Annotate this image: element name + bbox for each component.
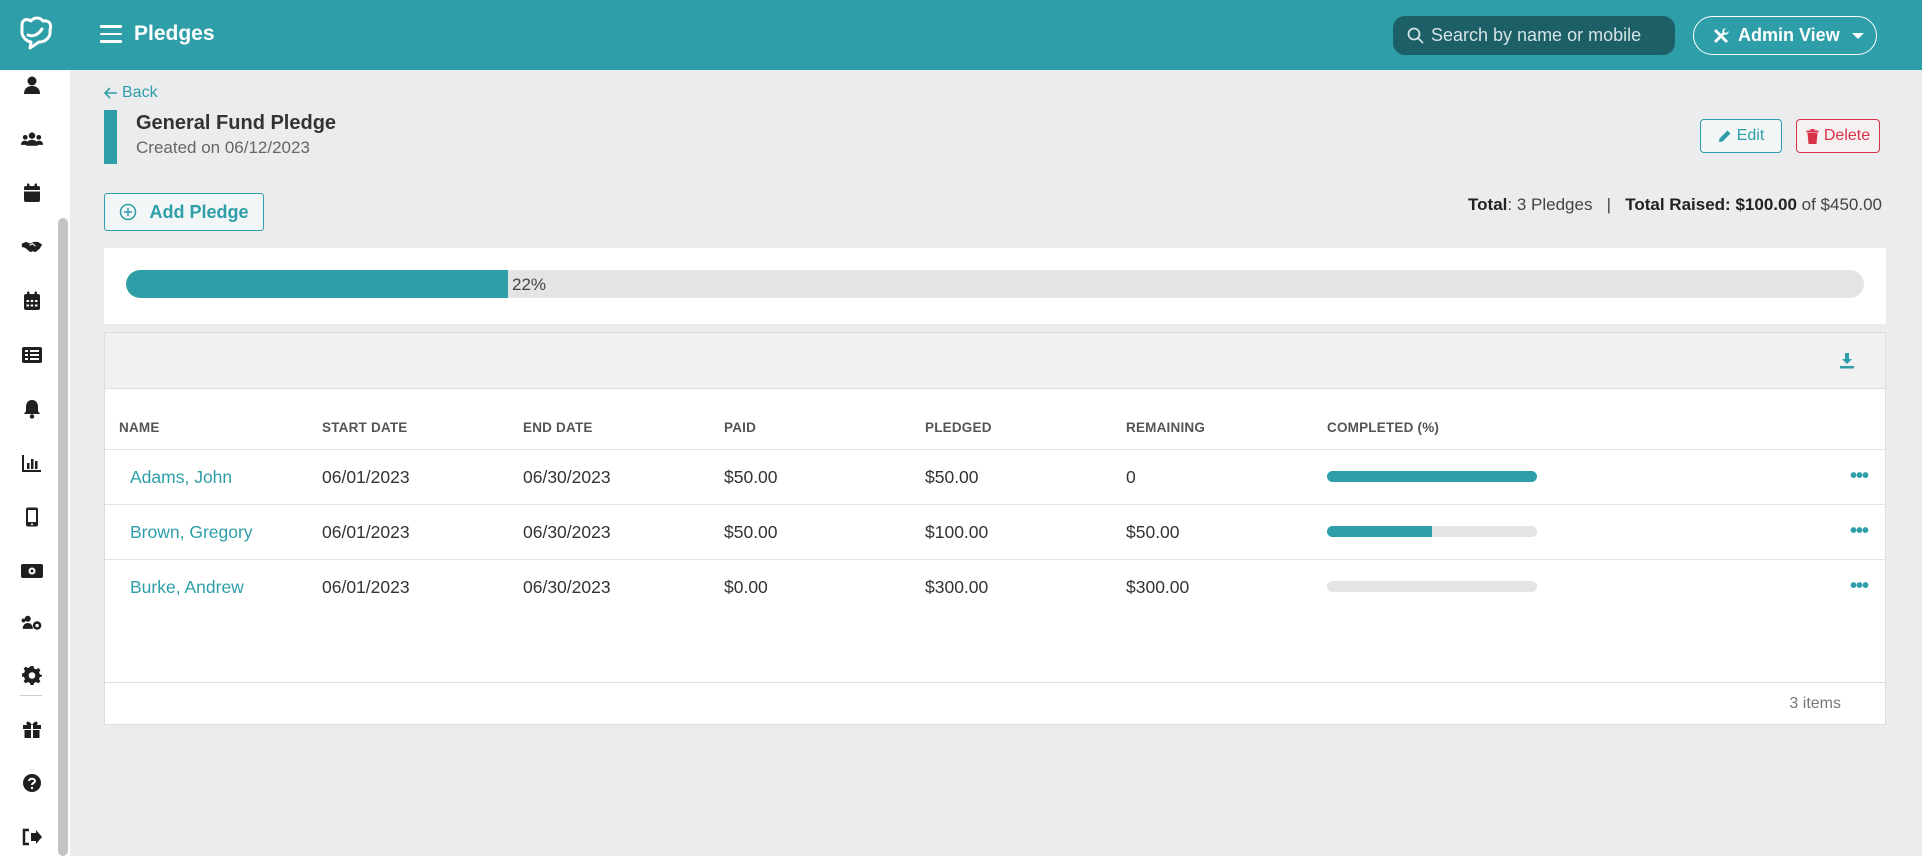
mobile-icon[interactable] — [21, 506, 43, 528]
completed-progress-bar — [1327, 581, 1537, 592]
tools-icon — [1714, 27, 1729, 43]
plus-circle-icon — [120, 203, 137, 221]
more-actions-icon[interactable]: ••• — [1850, 576, 1869, 596]
person-icon[interactable] — [21, 74, 43, 96]
cell-remaining: $50.00 — [1126, 522, 1180, 542]
column-header-name[interactable]: NAME — [119, 420, 160, 435]
raised-goal: of $450.00 — [1801, 195, 1882, 214]
pledges-table: NAME START DATE END DATE PAID PLEDGED RE… — [104, 332, 1886, 725]
top-bar: Pledges Admin View — [0, 0, 1922, 70]
completed-progress-bar — [1327, 471, 1537, 482]
search-input[interactable] — [1431, 16, 1667, 55]
bell-icon[interactable] — [21, 398, 43, 420]
cell-paid: $0.00 — [724, 577, 768, 597]
cell-start-date: 06/01/2023 — [322, 577, 410, 597]
cell-name[interactable]: Brown, Gregory — [130, 522, 253, 543]
cell-pledged: $50.00 — [925, 467, 979, 487]
cell-pledged: $100.00 — [925, 522, 989, 542]
column-header-remaining[interactable]: REMAINING — [1126, 420, 1205, 435]
bar-chart-icon[interactable] — [21, 452, 43, 474]
more-actions-icon[interactable]: ••• — [1850, 466, 1869, 486]
cell-paid: $50.00 — [724, 467, 778, 487]
sidebar-scrollbar[interactable] — [58, 218, 68, 856]
cell-remaining: 0 — [1126, 467, 1136, 487]
sidebar — [0, 70, 70, 856]
search-box[interactable] — [1393, 16, 1675, 55]
arrow-left-icon — [104, 87, 117, 99]
totals-separator: | — [1606, 195, 1612, 214]
overall-progress-label: 22% — [512, 275, 547, 294]
calendar-grid-icon[interactable] — [21, 290, 43, 312]
table-row: Burke, Andrew 06/01/2023 06/30/2023 $0.00 $3… — [105, 559, 1885, 614]
calendar-icon[interactable] — [21, 182, 43, 204]
raised-value: $100.00 — [1735, 195, 1797, 214]
back-label: Back — [122, 84, 158, 101]
column-header-start-date[interactable]: START DATE — [322, 420, 408, 435]
add-pledge-button[interactable]: Add Pledge — [104, 193, 264, 231]
group-icon[interactable] — [21, 128, 43, 150]
cell-name[interactable]: Adams, John — [130, 467, 232, 488]
column-header-paid[interactable]: PAID — [724, 420, 756, 435]
total-value: : 3 Pledges — [1507, 195, 1593, 214]
cell-paid: $50.00 — [724, 522, 778, 542]
cell-start-date: 06/01/2023 — [322, 467, 410, 487]
completed-progress-fill — [1327, 471, 1537, 482]
table-row: Adams, John 06/01/2023 06/30/2023 $50.00 $50… — [105, 449, 1885, 504]
column-header-pledged[interactable]: PLEDGED — [925, 420, 992, 435]
app-logo-icon[interactable] — [16, 15, 56, 55]
overall-progress-bar — [126, 270, 1864, 298]
cell-end-date: 06/30/2023 — [523, 522, 611, 542]
table-row: Brown, Gregory 06/01/2023 06/30/2023 $50.00… — [105, 504, 1885, 559]
sign-out-icon[interactable] — [21, 826, 43, 848]
overall-progress-fill — [126, 270, 509, 298]
download-icon[interactable] — [1837, 351, 1857, 371]
overall-progress-card: 22% — [104, 248, 1886, 324]
cell-start-date: 06/01/2023 — [322, 522, 410, 542]
cell-end-date: 06/30/2023 — [523, 577, 611, 597]
users-cog-icon[interactable] — [21, 612, 43, 634]
admin-view-button[interactable]: Admin View — [1693, 16, 1877, 55]
column-header-end-date[interactable]: END DATE — [523, 420, 593, 435]
delete-button[interactable]: Delete — [1796, 119, 1880, 153]
cell-name[interactable]: Burke, Andrew — [130, 577, 244, 598]
admin-view-label: Admin View — [1738, 25, 1840, 45]
title-accent-bar — [104, 110, 117, 164]
more-actions-icon[interactable]: ••• — [1850, 521, 1869, 541]
help-icon[interactable] — [21, 772, 43, 794]
trash-icon — [1806, 128, 1819, 144]
completed-progress-bar — [1327, 526, 1537, 537]
table-toolbar — [105, 333, 1885, 389]
created-date: Created on 06/12/2023 — [136, 138, 310, 157]
gear-icon[interactable] — [21, 664, 43, 686]
add-pledge-label: Add Pledge — [149, 201, 249, 222]
cell-end-date: 06/30/2023 — [523, 467, 611, 487]
edit-label: Edit — [1736, 127, 1765, 144]
back-link[interactable]: Back — [104, 84, 158, 102]
handshake-icon[interactable] — [21, 236, 43, 258]
pledge-title: General Fund Pledge — [136, 112, 337, 134]
main-content: Back General Fund Pledge Created on 06/1… — [70, 70, 1922, 856]
totals-summary: Total: 3 Pledges | Total Raised: $100.00… — [1468, 195, 1882, 215]
pencil-icon — [1718, 130, 1731, 142]
table-footer: 3 items — [105, 682, 1885, 724]
caret-down-icon — [1851, 32, 1864, 39]
cell-remaining: $300.00 — [1126, 577, 1190, 597]
hamburger-menu-icon[interactable] — [100, 25, 122, 45]
search-icon — [1407, 27, 1424, 44]
delete-label: Delete — [1823, 127, 1871, 144]
sidebar-divider — [20, 695, 42, 696]
column-header-completed[interactable]: COMPLETED (%) — [1327, 420, 1439, 435]
cell-pledged: $300.00 — [925, 577, 989, 597]
completed-progress-fill — [1327, 526, 1432, 537]
total-label: Total — [1468, 195, 1508, 214]
gift-icon[interactable] — [21, 718, 43, 740]
page-title: Pledges — [134, 22, 215, 45]
items-count: 3 items — [1789, 695, 1841, 712]
money-icon[interactable] — [21, 560, 43, 582]
raised-label: Total Raised: — [1625, 195, 1731, 214]
list-icon[interactable] — [21, 344, 43, 366]
edit-button[interactable]: Edit — [1700, 119, 1782, 153]
